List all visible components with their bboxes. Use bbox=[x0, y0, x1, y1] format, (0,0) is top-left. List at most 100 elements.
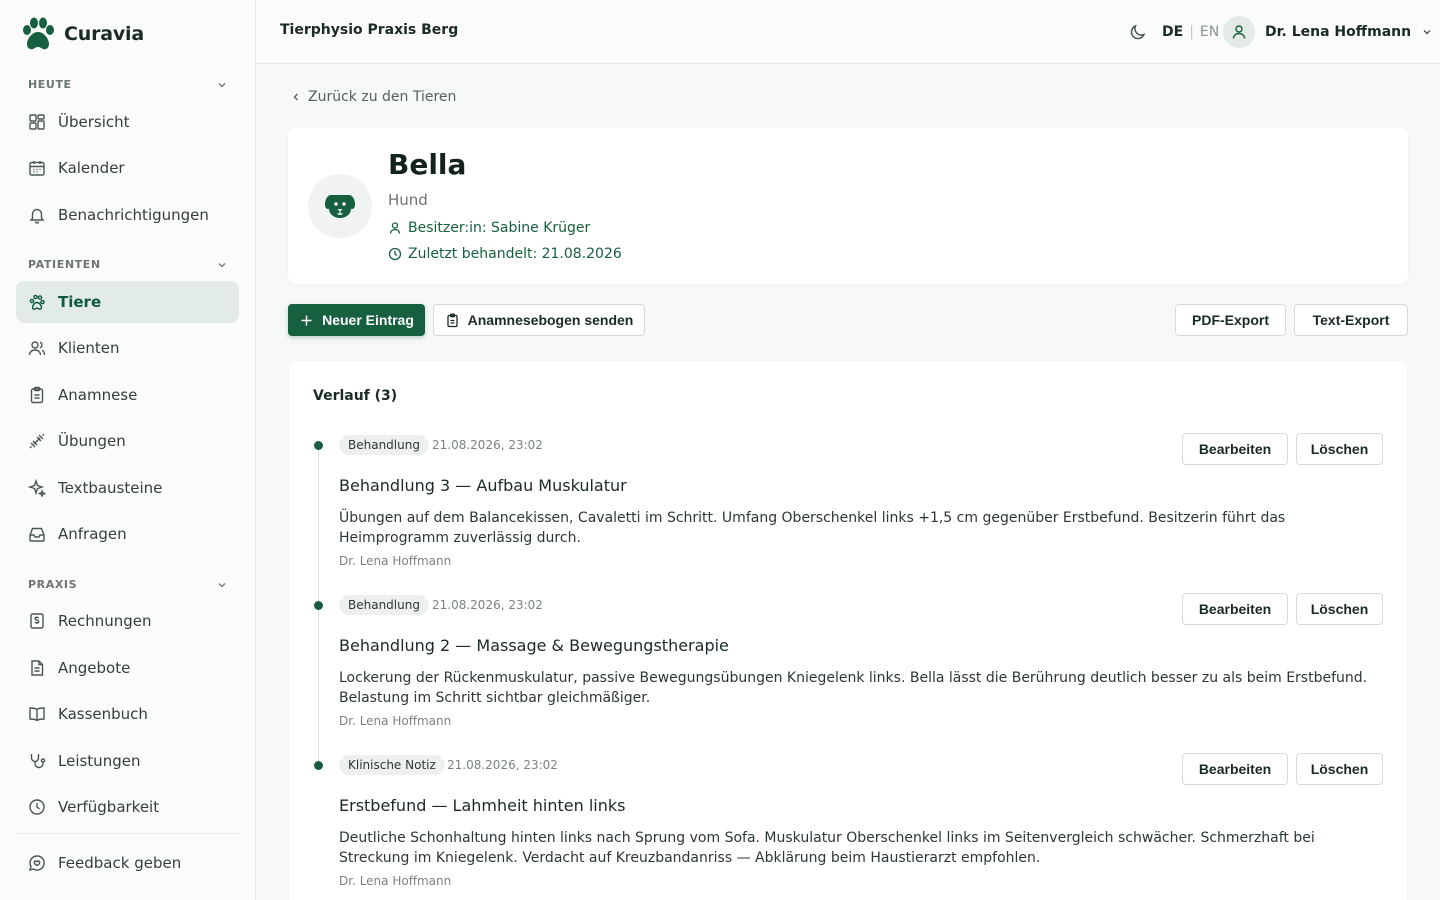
sidebar-item-label: Leistungen bbox=[58, 752, 141, 770]
entry-text: Lockerung der Rückenmuskulatur, passive … bbox=[339, 670, 1368, 706]
user-name: Dr. Lena Hoffmann bbox=[1265, 24, 1412, 40]
sidebar-item-uebungen[interactable]: Übungen bbox=[16, 420, 239, 462]
sidebar-divider bbox=[16, 833, 239, 834]
dashboard-icon bbox=[29, 114, 45, 130]
sidebar-item-label: Anfragen bbox=[58, 525, 127, 543]
delete-button[interactable]: Löschen bbox=[1296, 593, 1383, 625]
file-icon bbox=[31, 660, 44, 676]
clock-icon bbox=[388, 247, 402, 261]
entry-timestamp: 21.08.2026, 23:02 bbox=[432, 438, 543, 452]
animal-name: Bella bbox=[388, 148, 467, 181]
history-entry: Behandlung 21.08.2026, 23:02 Bearbeiten … bbox=[289, 433, 1407, 583]
avatar bbox=[1223, 16, 1255, 48]
plus-icon bbox=[301, 315, 312, 325]
edit-button[interactable]: Bearbeiten bbox=[1182, 593, 1288, 625]
sidebar-item-label: Anamnese bbox=[58, 386, 138, 404]
history-entry: Behandlung 21.08.2026, 23:02 Bearbeiten … bbox=[289, 593, 1407, 743]
history-title: Verlauf (3) bbox=[313, 388, 398, 404]
app-logo[interactable]: Curavia bbox=[20, 16, 144, 52]
top-header: Tierphysio Praxis Berg DE | EN Dr. Lena … bbox=[256, 0, 1440, 64]
practice-name: Tierphysio Praxis Berg bbox=[280, 22, 459, 38]
animal-avatar bbox=[308, 174, 372, 238]
sidebar-item-klienten[interactable]: Klienten bbox=[16, 327, 239, 369]
sidebar-item-label: Kassenbuch bbox=[58, 705, 148, 723]
section-patienten[interactable]: PATIENTEN bbox=[28, 258, 228, 271]
entry-text: Deutliche Schonhaltung hinten links nach… bbox=[339, 830, 1315, 866]
clipboard-icon bbox=[30, 386, 44, 404]
history-entry: Klinische Notiz 21.08.2026, 23:02 Bearbe… bbox=[289, 753, 1407, 900]
sidebar-item-tiere[interactable]: Tiere bbox=[16, 281, 239, 323]
chevron-down-icon bbox=[218, 262, 226, 267]
sidebar-item-anamnese[interactable]: Anamnese bbox=[16, 374, 239, 416]
sidebar-item-label: Tiere bbox=[58, 293, 102, 311]
stethoscope-icon bbox=[30, 754, 46, 769]
sidebar-item-rechnungen[interactable]: Rechnungen bbox=[16, 600, 239, 642]
sidebar-item-kalender[interactable]: Kalender bbox=[16, 147, 239, 189]
sidebar-item-kassenbuch[interactable]: Kassenbuch bbox=[16, 693, 239, 735]
pdf-export-button[interactable]: PDF-Export bbox=[1175, 304, 1286, 336]
entry-type-badge: Klinische Notiz bbox=[339, 755, 445, 775]
sparkles-icon bbox=[28, 479, 46, 497]
section-praxis[interactable]: PRAXIS bbox=[28, 578, 228, 591]
entry-title: Behandlung 3 — Aufbau Muskulatur bbox=[339, 476, 627, 495]
entry-title: Behandlung 2 — Massage & Bewegungstherap… bbox=[339, 636, 729, 655]
app-name: Curavia bbox=[64, 23, 144, 45]
chevron-down-icon bbox=[1423, 30, 1431, 35]
sidebar-item-verfuegbarkeit[interactable]: Verfügbarkeit bbox=[16, 786, 239, 828]
section-heute[interactable]: HEUTE bbox=[28, 78, 228, 91]
dumbbell-icon bbox=[29, 433, 45, 449]
language-switcher: DE | EN bbox=[1162, 24, 1219, 40]
entry-type-badge: Behandlung bbox=[339, 595, 429, 615]
sidebar-item-label: Angebote bbox=[58, 659, 131, 677]
sidebar-item-label: Kalender bbox=[58, 159, 125, 177]
entry-type-badge: Behandlung bbox=[339, 435, 429, 455]
sidebar-item-label: Übungen bbox=[58, 432, 126, 450]
edit-button[interactable]: Bearbeiten bbox=[1182, 433, 1288, 465]
animal-card: Bella Hund Besitzer:in: Sabine Krüger Zu… bbox=[288, 128, 1408, 284]
delete-button[interactable]: Löschen bbox=[1296, 753, 1383, 785]
sidebar-item-label: Textbausteine bbox=[58, 479, 163, 497]
user-icon bbox=[1232, 25, 1246, 39]
new-entry-button[interactable]: Neuer Eintrag bbox=[288, 304, 425, 336]
timeline-dot bbox=[314, 761, 323, 770]
sidebar-item-textbausteine[interactable]: Textbausteine bbox=[16, 467, 239, 509]
moon-icon[interactable] bbox=[1128, 22, 1148, 42]
sidebar: Curavia HEUTE Übersicht Kalender Benachr… bbox=[0, 0, 256, 900]
lang-separator: | bbox=[1189, 24, 1194, 40]
feedback-button[interactable]: Feedback geben bbox=[16, 842, 239, 884]
feedback-icon bbox=[28, 855, 45, 872]
last-treated: Zuletzt behandelt: 21.08.2026 bbox=[388, 246, 622, 262]
sidebar-item-leistungen[interactable]: Leistungen bbox=[16, 740, 239, 782]
back-link[interactable]: Zurück zu den Tieren bbox=[290, 89, 456, 105]
lang-de[interactable]: DE bbox=[1162, 24, 1183, 40]
entry-title: Erstbefund — Lahmheit hinten links bbox=[339, 796, 626, 815]
lang-en[interactable]: EN bbox=[1200, 24, 1219, 40]
history-card: Verlauf (3) Behandlung 21.08.2026, 23:02… bbox=[289, 361, 1407, 900]
sidebar-item-label: Klienten bbox=[58, 339, 120, 357]
sidebar-item-uebersicht[interactable]: Übersicht bbox=[16, 101, 239, 143]
paw-logo-icon bbox=[23, 17, 54, 50]
edit-button[interactable]: Bearbeiten bbox=[1182, 753, 1288, 785]
entry-author: Dr. Lena Hoffmann bbox=[339, 874, 452, 888]
user-menu[interactable]: Dr. Lena Hoffmann bbox=[1223, 16, 1433, 48]
sidebar-item-label: Rechnungen bbox=[58, 612, 152, 630]
text-export-button[interactable]: Text-Export bbox=[1294, 304, 1408, 336]
inbox-icon bbox=[29, 527, 45, 542]
sidebar-item-label: Übersicht bbox=[58, 113, 130, 131]
sidebar-item-angebote[interactable]: Angebote bbox=[16, 647, 239, 689]
dog-icon bbox=[325, 195, 355, 218]
owner-link[interactable]: Besitzer:in: Sabine Krüger bbox=[388, 220, 590, 236]
send-anamnesis-button[interactable]: Anamnesebogen senden bbox=[433, 304, 645, 336]
clock-icon bbox=[29, 799, 45, 815]
entry-author: Dr. Lena Hoffmann bbox=[339, 714, 452, 728]
chevron-left-icon bbox=[293, 93, 298, 101]
chevron-down-icon bbox=[218, 82, 226, 87]
timeline-dot bbox=[314, 441, 323, 450]
sidebar-item-anfragen[interactable]: Anfragen bbox=[16, 513, 239, 555]
sidebar-item-benachrichtigungen[interactable]: Benachrichtigungen bbox=[16, 194, 239, 236]
book-icon bbox=[29, 707, 45, 722]
delete-button[interactable]: Löschen bbox=[1296, 433, 1383, 465]
entry-text: Übungen auf dem Balancekissen, Cavaletti… bbox=[339, 510, 1286, 546]
entry-timestamp: 21.08.2026, 23:02 bbox=[447, 758, 558, 772]
bell-icon bbox=[29, 208, 45, 224]
